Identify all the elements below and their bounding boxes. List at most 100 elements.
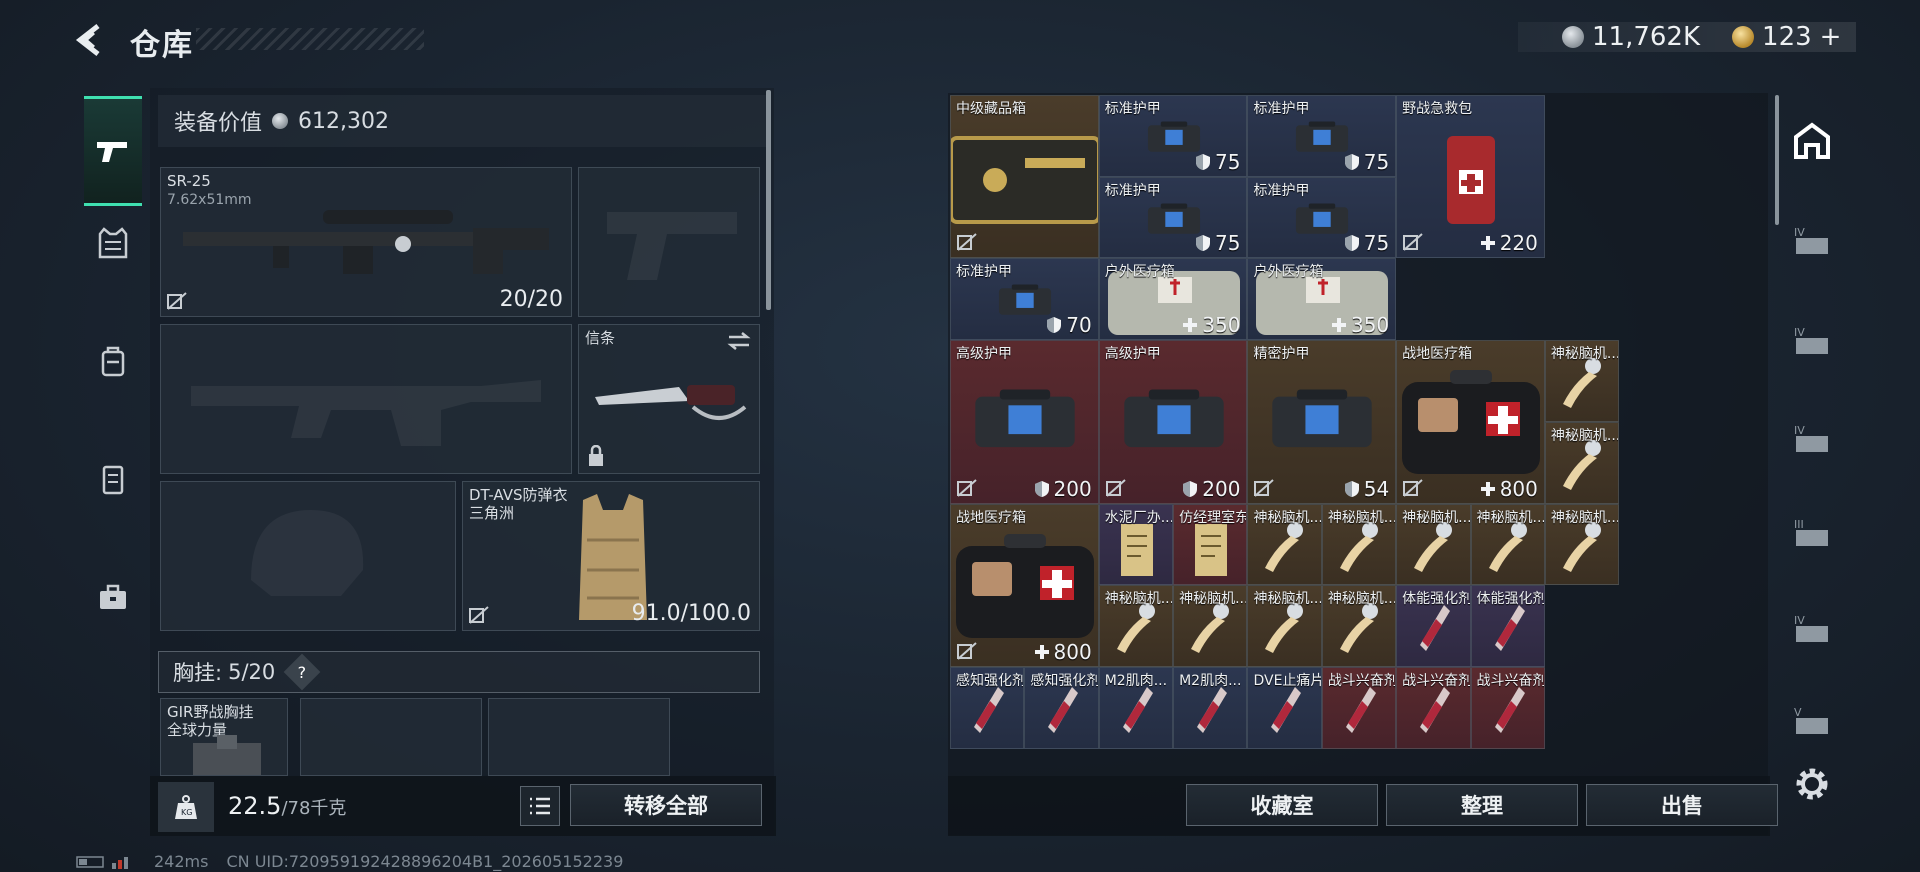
stash-item[interactable]: 神秘脑机... — [1247, 585, 1322, 668]
item-name: 户外医疗箱 — [1253, 264, 1324, 281]
stash-item[interactable]: 标准护甲 75 — [1247, 95, 1397, 177]
stash-item[interactable]: 中级藏品箱 — [950, 95, 1099, 259]
stash-item[interactable]: 标准护甲 75 — [1098, 95, 1248, 177]
brain-chip-image — [1191, 603, 1230, 654]
pistol-slot[interactable] — [578, 167, 760, 317]
item-value: 75 — [1195, 231, 1240, 255]
helmet-slot[interactable] — [160, 481, 456, 631]
swap-icon[interactable] — [727, 331, 751, 351]
item-name: 神秘脑机... — [1253, 509, 1322, 526]
nav-case-2[interactable]: IV — [1786, 313, 1838, 369]
loadout-scrollbar[interactable] — [766, 90, 771, 310]
brain-chip-image — [1414, 521, 1453, 572]
item-name: 体能强化剂 — [1476, 591, 1545, 608]
iv-case-icon: IV — [1794, 226, 1828, 254]
brain-chip-image — [1562, 521, 1601, 572]
settings-gear-icon[interactable] — [1792, 764, 1832, 804]
stash-item[interactable]: 水泥厂办... — [1098, 503, 1174, 586]
stash-item[interactable]: 神秘脑机... — [1544, 421, 1620, 504]
stash-item[interactable]: 体能强化剂 — [1396, 585, 1471, 668]
rig-pocket-slot[interactable] — [300, 698, 482, 776]
secondary-weapon-slot[interactable] — [160, 324, 572, 474]
first-aid-kit-image — [1447, 136, 1496, 224]
stash-item[interactable]: 神秘脑机... — [1098, 585, 1174, 668]
stash-item[interactable]: 战斗兴奋剂 — [1321, 667, 1397, 749]
stash-item[interactable]: 感知强化剂 — [1024, 667, 1099, 749]
stash-item[interactable]: 户外医疗箱 350 — [1098, 258, 1248, 341]
stash-item[interactable]: M2肌肉... — [1098, 667, 1174, 749]
vest-icon — [98, 227, 128, 259]
nav-main-stash[interactable] — [1786, 113, 1838, 169]
iv-case-icon: IV — [1794, 424, 1828, 452]
nav-case-4[interactable]: III — [1786, 505, 1838, 561]
nav-toolbox[interactable] — [84, 568, 142, 626]
gold-coin-icon — [1732, 26, 1755, 48]
toolbox-icon — [100, 584, 126, 609]
stash-item[interactable]: DVE止痛片 — [1247, 667, 1322, 749]
stash-item[interactable]: 精密护甲 54 — [1247, 340, 1397, 504]
help-icon[interactable]: ? — [283, 653, 321, 691]
stash-item[interactable]: 战地医疗箱 800 — [950, 503, 1099, 668]
stash-item[interactable]: 高级护甲 200 — [950, 340, 1099, 504]
collection-room-button[interactable]: 收藏室 — [1186, 784, 1378, 826]
add-gold-button[interactable]: + — [1820, 22, 1842, 52]
transfer-all-button[interactable]: 转移全部 — [570, 784, 762, 826]
stash-item[interactable]: 神秘脑机... — [1544, 340, 1620, 422]
stash-item[interactable]: 标准护甲 75 — [1098, 176, 1248, 259]
ammo-count: 20/20 — [499, 287, 563, 312]
rig-name: GIR野战胸挂 — [167, 703, 254, 721]
nav-case-3[interactable]: IV — [1786, 411, 1838, 467]
armor-icon — [102, 465, 124, 495]
melee-slot[interactable]: 信条 — [578, 324, 760, 474]
nav-backpack[interactable] — [84, 332, 142, 390]
document-item-image — [1120, 523, 1153, 576]
body-armor-slot[interactable]: DT-AVS防弹衣 三角洲 91.0/100.0 — [462, 481, 760, 631]
stash-item[interactable]: 野战急救包 220 — [1396, 95, 1545, 259]
nav-case-1[interactable]: IV — [1786, 213, 1838, 269]
nav-vest[interactable] — [84, 214, 142, 272]
stash-item[interactable]: 标准护甲 70 — [950, 258, 1099, 341]
stash-item[interactable]: 神秘脑机... — [1321, 585, 1397, 668]
nav-armor[interactable] — [84, 450, 142, 508]
sort-button[interactable]: 整理 — [1386, 784, 1578, 826]
stash-item[interactable]: 神秘脑机... — [1544, 503, 1620, 586]
rig-pocket-slot[interactable] — [488, 698, 670, 776]
list-view-button[interactable] — [520, 786, 560, 826]
nav-case-5[interactable]: IV — [1786, 601, 1838, 657]
stash-item[interactable]: 神秘脑机... — [1470, 503, 1545, 586]
stash-item[interactable]: 仿经理室东 — [1173, 503, 1248, 586]
item-name: 野战急救包 — [1402, 101, 1473, 117]
stash-item[interactable]: 体能强化剂 — [1470, 585, 1545, 668]
chest-rig-label: 胸挂: — [173, 661, 223, 685]
stash-item[interactable]: 高级护甲 200 — [1098, 340, 1248, 504]
helmet-silhouette-icon — [251, 510, 364, 596]
primary-weapon-slot[interactable]: SR-25 7.62x51mm 20/20 — [160, 167, 572, 317]
nav-case-6[interactable]: V — [1786, 693, 1838, 749]
injector-image — [1494, 687, 1525, 734]
pistol-icon — [97, 142, 127, 162]
stash-item[interactable]: 战斗兴奋剂 — [1396, 667, 1471, 749]
back-arrow-icon[interactable] — [72, 20, 112, 60]
stash-item[interactable]: 神秘脑机... — [1173, 585, 1248, 668]
stash-item[interactable]: M2肌肉... — [1173, 667, 1248, 749]
brain-chip-image — [1562, 439, 1601, 490]
nav-weapons[interactable] — [84, 96, 142, 206]
stash-item[interactable]: 神秘脑机... — [1247, 503, 1322, 586]
sell-button[interactable]: 出售 — [1586, 784, 1778, 826]
stash-item[interactable]: 战斗兴奋剂 — [1470, 667, 1545, 749]
armor-shield-icon — [1034, 480, 1049, 497]
stash-item[interactable]: 战地医疗箱 800 — [1396, 340, 1545, 504]
stash-item[interactable]: 神秘脑机... — [1321, 503, 1397, 586]
chest-rig-slot[interactable]: GIR野战胸挂 全球力量 — [160, 698, 288, 776]
item-name: 神秘脑机... — [1550, 427, 1620, 444]
item-name: 水泥厂办... — [1104, 509, 1174, 526]
stash-item[interactable]: 感知强化剂 — [950, 667, 1025, 749]
item-name: 神秘脑机... — [1476, 509, 1545, 526]
heal-plus-icon — [1034, 645, 1049, 660]
heal-plus-icon — [1480, 236, 1495, 251]
silver-balance: 11,762K — [1592, 22, 1701, 52]
stash-item[interactable]: 标准护甲 75 — [1247, 176, 1397, 259]
stash-item[interactable]: 户外医疗箱 350 — [1247, 258, 1397, 341]
stash-item[interactable]: 神秘脑机... — [1396, 503, 1471, 586]
field-medkit-image — [1402, 370, 1541, 475]
